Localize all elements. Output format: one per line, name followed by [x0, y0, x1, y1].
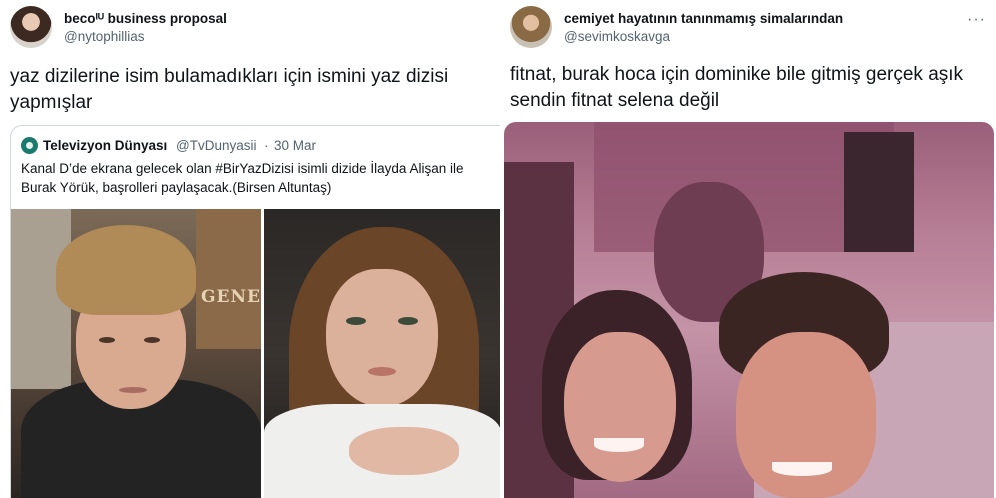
- avatar[interactable]: [10, 6, 52, 48]
- photo-background-sign: [196, 209, 261, 349]
- eye: [346, 317, 366, 325]
- quoted-avatar: [21, 137, 38, 154]
- avatar[interactable]: [510, 6, 552, 48]
- user-handle[interactable]: @sevimkoskavga: [564, 29, 670, 44]
- quoted-author-handle: @TvDunyasii: [176, 138, 257, 153]
- tweet-header: becoᴵᵁ business proposal @nytophillias: [10, 6, 490, 50]
- more-options-icon[interactable]: ···: [967, 12, 986, 28]
- photo-sign-text: GENERA: [201, 287, 261, 307]
- hands: [349, 427, 459, 475]
- tweet-text: yaz dizilerine isim bulamadıkları için i…: [10, 66, 449, 113]
- eye: [99, 337, 115, 343]
- quoted-date: 30 Mar: [274, 138, 317, 153]
- user-name[interactable]: cemiyet hayatının tanınmamış simalarında…: [564, 11, 843, 26]
- tweet-header: cemiyet hayatının tanınmamış simalarında…: [510, 6, 986, 50]
- user-handle[interactable]: @nytophillias: [64, 29, 145, 44]
- hair: [56, 225, 196, 315]
- quoted-text: Kanal D’de ekrana gelecek olan #BirYazDi…: [21, 161, 464, 195]
- user-name[interactable]: becoᴵᵁ business proposal: [64, 11, 227, 26]
- woman-smile: [594, 438, 644, 452]
- quoted-tweet[interactable]: Televizyon Dünyası @TvDunyasii · 30 Mar …: [10, 125, 500, 498]
- mouth: [119, 387, 147, 393]
- mouth: [368, 367, 396, 376]
- woman-face: [564, 332, 676, 482]
- person-background: [844, 132, 914, 252]
- tweet-left: becoᴵᵁ business proposal @nytophillias y…: [0, 0, 500, 498]
- tweet-text: fitnat, burak hoca için dominike bile gi…: [510, 64, 964, 111]
- quoted-author-name: Televizyon Dünyası: [43, 138, 168, 153]
- man-smile: [772, 462, 832, 476]
- separator-dot: ·: [264, 138, 269, 153]
- face: [326, 269, 438, 407]
- tweet-photo[interactable]: [504, 122, 994, 498]
- photo-woman[interactable]: [264, 209, 500, 498]
- photo-man[interactable]: GENERA: [11, 209, 261, 498]
- quoted-media: GENERA: [11, 209, 500, 498]
- eye: [398, 317, 418, 325]
- tweet-right: cemiyet hayatının tanınmamış simalarında…: [500, 0, 996, 498]
- eye: [144, 337, 160, 343]
